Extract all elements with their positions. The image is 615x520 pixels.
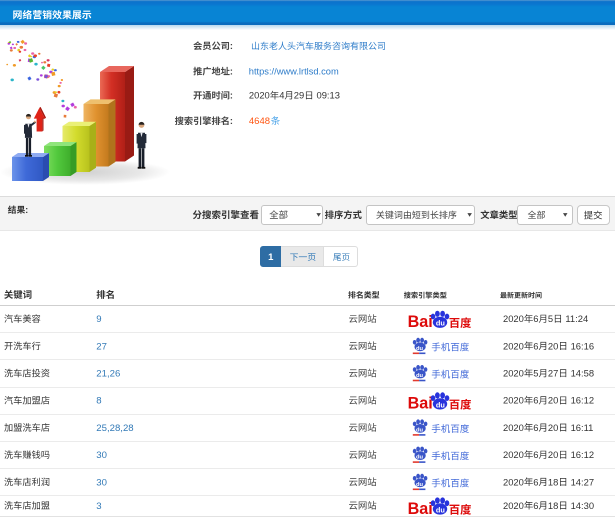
svg-text:5: 5 [533, 368, 538, 379]
svg-text:9: 9 [96, 314, 101, 325]
svg-text:20: 20 [548, 449, 558, 460]
svg-text:Bai: Bai [408, 500, 433, 518]
svg-text:2020: 2020 [503, 476, 524, 487]
svg-text:14:30: 14:30 [571, 500, 594, 511]
svg-text::: : [230, 91, 233, 101]
svg-text:18: 18 [548, 476, 558, 487]
svg-text:2020: 2020 [503, 422, 524, 433]
svg-text:6: 6 [533, 449, 538, 460]
svg-text:18: 18 [548, 500, 558, 511]
svg-text::: : [230, 116, 233, 126]
svg-text:Bai: Bai [408, 395, 433, 413]
svg-text:27: 27 [96, 341, 107, 352]
svg-text:Bai: Bai [408, 313, 433, 331]
svg-text:16:12: 16:12 [571, 449, 594, 460]
svg-text:14:58: 14:58 [571, 368, 594, 379]
svg-text::: : [230, 67, 233, 77]
svg-text:30: 30 [96, 450, 107, 461]
svg-text:6: 6 [533, 395, 538, 406]
svg-text:2020: 2020 [249, 90, 270, 101]
svg-text:16:11: 16:11 [571, 422, 594, 433]
svg-text:1: 1 [268, 252, 274, 263]
svg-text:2020: 2020 [503, 449, 524, 460]
svg-text:6: 6 [533, 340, 538, 351]
svg-text:29: 29 [294, 90, 304, 101]
svg-text:du: du [416, 428, 424, 434]
svg-text:30: 30 [96, 477, 107, 488]
svg-text:https://www.lrtlsd.com: https://www.lrtlsd.com [249, 67, 339, 77]
svg-text:4648: 4648 [249, 116, 270, 127]
svg-text:du: du [416, 482, 424, 488]
svg-text:2020: 2020 [503, 500, 524, 511]
svg-text:09:13: 09:13 [317, 90, 340, 101]
svg-text:20: 20 [548, 340, 558, 351]
svg-text:4: 4 [279, 90, 284, 101]
svg-text:6: 6 [533, 476, 538, 487]
svg-text:16:12: 16:12 [571, 395, 594, 406]
svg-text:14:27: 14:27 [571, 476, 594, 487]
svg-text:6: 6 [533, 500, 538, 511]
svg-text:6: 6 [533, 422, 538, 433]
svg-text:du: du [436, 505, 446, 514]
svg-text:2020: 2020 [503, 313, 524, 324]
svg-text:20: 20 [548, 422, 558, 433]
svg-text::: : [230, 41, 233, 51]
svg-text:6: 6 [533, 313, 538, 324]
svg-text:du: du [436, 319, 446, 328]
svg-text:16:16: 16:16 [571, 340, 594, 351]
svg-text:8: 8 [96, 396, 101, 407]
svg-text:5: 5 [548, 313, 553, 324]
svg-text:du: du [416, 346, 424, 352]
svg-text:25,28,28: 25,28,28 [96, 423, 133, 434]
svg-text:20: 20 [548, 395, 558, 406]
svg-text:21,26: 21,26 [96, 369, 120, 380]
svg-text:2020: 2020 [503, 340, 524, 351]
svg-text:du: du [436, 400, 446, 409]
svg-text:27: 27 [548, 368, 558, 379]
svg-text:3: 3 [96, 501, 101, 512]
svg-text:2020: 2020 [503, 368, 524, 379]
svg-text:11:24: 11:24 [565, 313, 588, 324]
svg-text:du: du [416, 373, 424, 379]
svg-text:du: du [416, 455, 424, 461]
svg-text:2020: 2020 [503, 395, 524, 406]
svg-text::: : [25, 205, 28, 215]
